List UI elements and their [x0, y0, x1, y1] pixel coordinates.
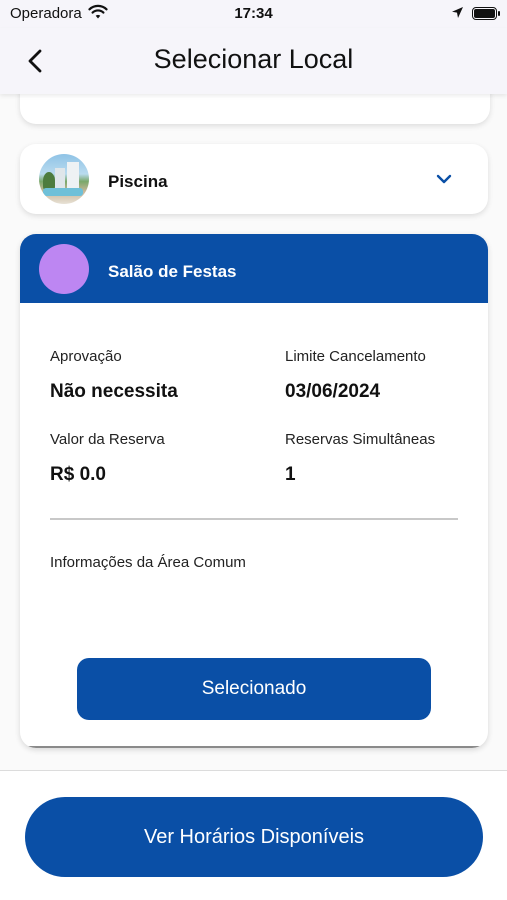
- price-value: R$ 0.0: [50, 464, 106, 485]
- location-name: Piscina: [108, 172, 168, 191]
- battery-tip: [498, 11, 500, 16]
- view-available-times-button[interactable]: Ver Horários Disponíveis: [25, 797, 483, 877]
- chevron-down-icon[interactable]: [435, 170, 453, 188]
- price-label: Valor da Reserva: [50, 431, 165, 448]
- location-thumbnail: [39, 154, 89, 204]
- simultaneous-label: Reservas Simultâneas: [285, 431, 436, 448]
- common-area-info-label: Informações da Área Comum: [50, 554, 246, 571]
- location-card-piscina[interactable]: Piscina: [20, 144, 488, 214]
- location-list[interactable]: Piscina Salão de Festas Aprovação Não ne…: [0, 94, 507, 770]
- approval-label: Aprovação: [50, 348, 122, 365]
- location-arrow-icon: [451, 6, 464, 23]
- simultaneous-value: 1: [285, 464, 296, 485]
- cancel-limit-value: 03/06/2024: [285, 381, 381, 402]
- page-title: Selecionar Local: [153, 44, 354, 74]
- cancel-limit-label: Limite Cancelamento: [285, 348, 426, 365]
- card-bottom-border: [20, 746, 488, 748]
- selected-button[interactable]: Selecionado: [77, 658, 431, 720]
- divider: [0, 770, 507, 771]
- clock: 17:34: [234, 5, 273, 22]
- location-card-salao: Salão de Festas Aprovação Não necessita …: [20, 234, 488, 748]
- avatar: [39, 244, 89, 294]
- location-card-partial[interactable]: [20, 94, 490, 124]
- approval-value: Não necessita: [50, 381, 178, 402]
- location-card-header[interactable]: Salão de Festas: [20, 234, 488, 303]
- battery-icon: [472, 7, 497, 20]
- location-name: Salão de Festas: [108, 262, 237, 281]
- navigation-bar: Selecionar Local: [0, 28, 507, 94]
- status-bar: Operadora 17:34: [0, 0, 507, 28]
- divider: [50, 518, 458, 520]
